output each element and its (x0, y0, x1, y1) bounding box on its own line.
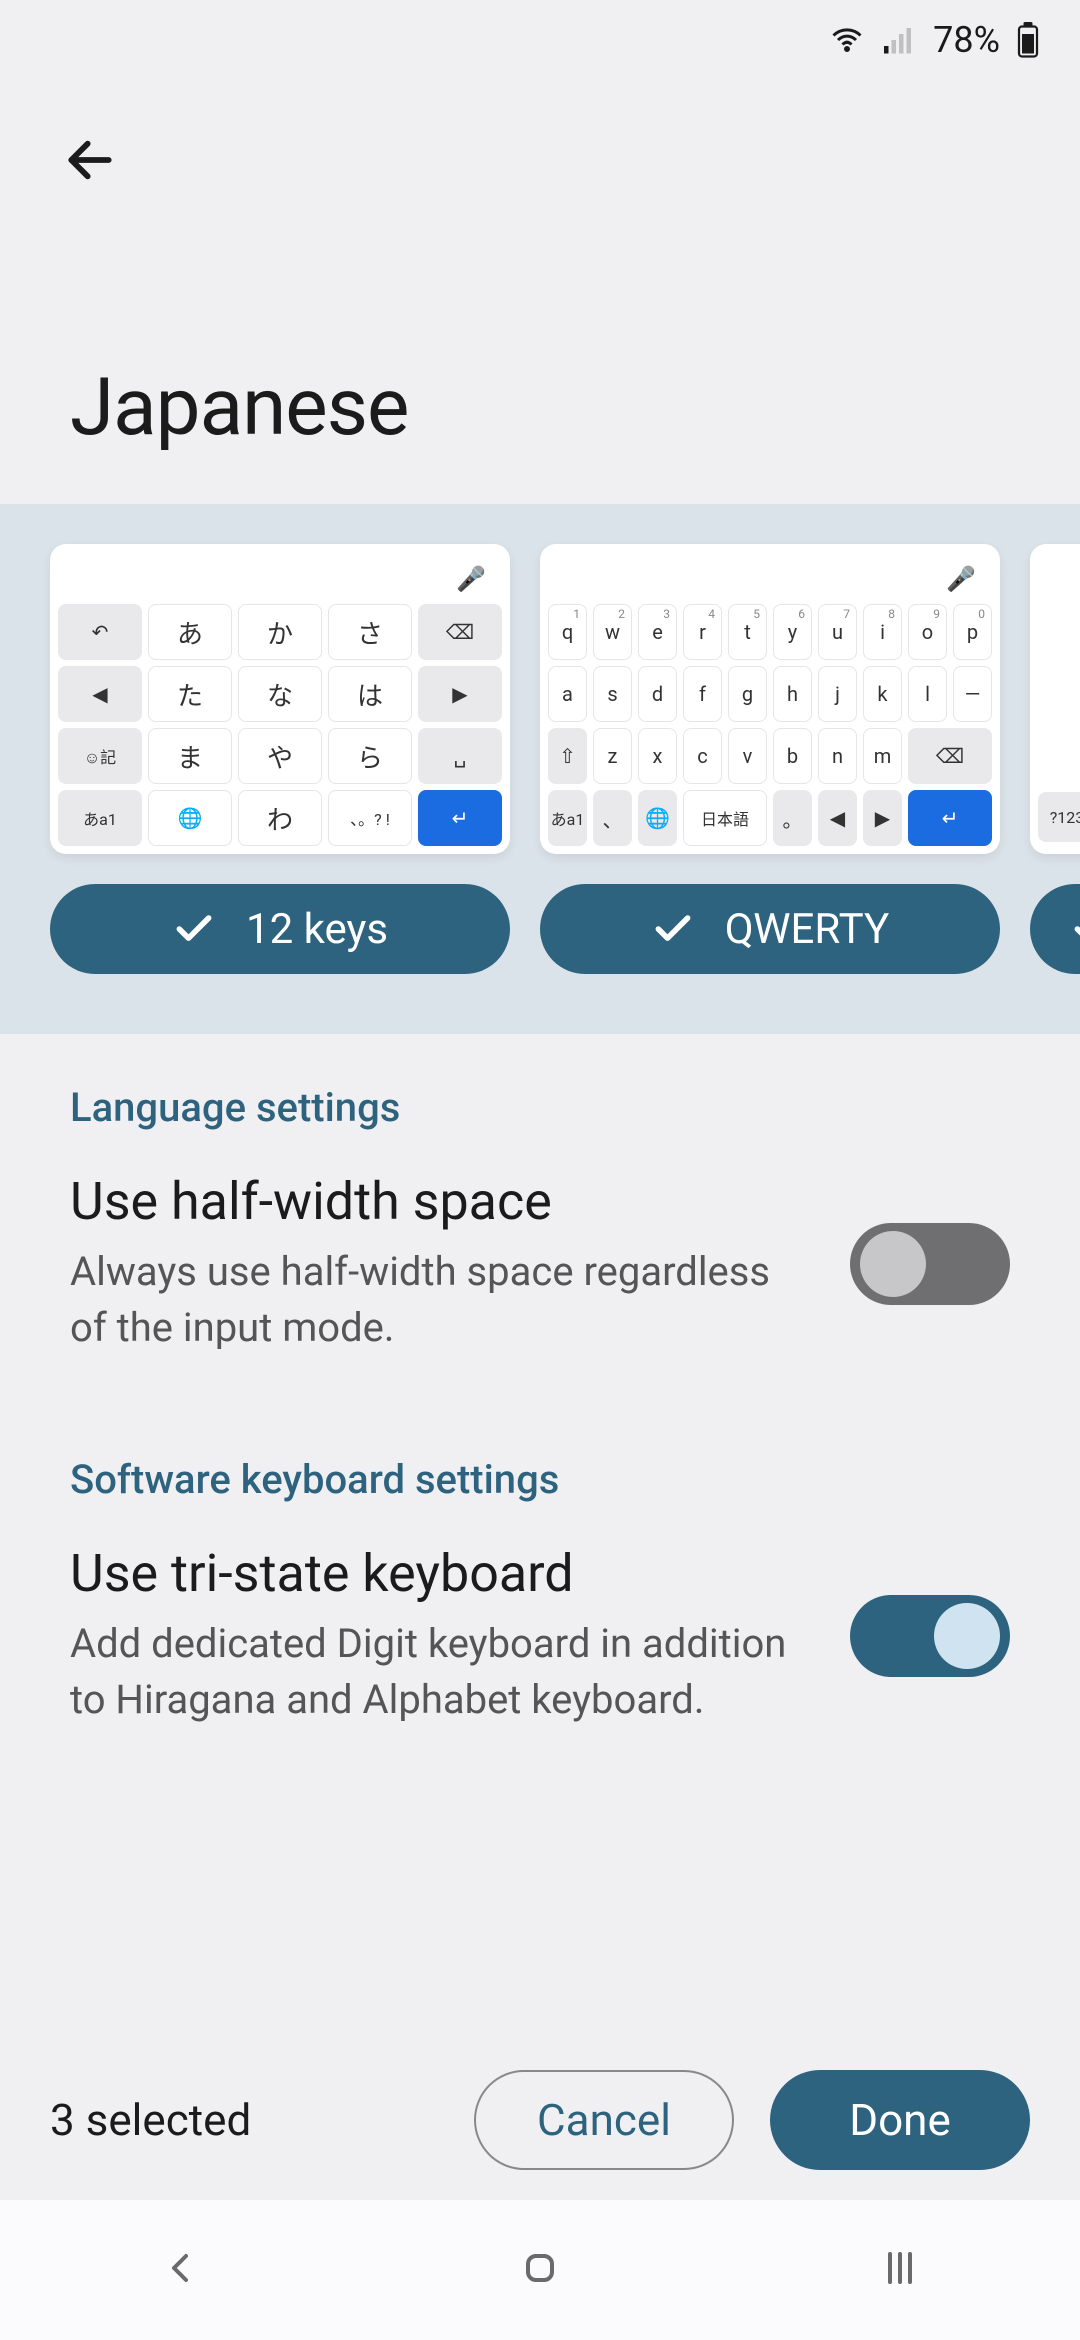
setting-halfwidth-space[interactable]: Use half-width space Always use half-wid… (70, 1171, 1010, 1356)
setting-tristate-keyboard[interactable]: Use tri-state keyboard Add dedicated Dig… (70, 1543, 1010, 1728)
wifi-icon (829, 22, 865, 58)
setting-label: Use tri-state keyboard (70, 1543, 810, 1604)
layout-option-12keys[interactable]: 🎤 ↶ あ か さ ⌫ ◀ た な は ▶ ☺記 ま や ら ␣ あa1 🌐 わ (50, 544, 510, 974)
layout-chip-qwerty[interactable]: QWERTY (540, 884, 1000, 974)
keyboard-preview-qwerty: 🎤 1q 2w 3e 4r 5t 6y 7u 8i 9o 0p a s d f … (540, 544, 1000, 854)
layout-chip-label: QWERTY (725, 905, 889, 954)
language-settings-section: Language settings Use half-width space A… (0, 1034, 1080, 1426)
setting-description: Always use half-width space regardless o… (70, 1244, 810, 1356)
battery-text: 78% (933, 19, 1000, 61)
status-bar: 78% (0, 0, 1080, 80)
nav-back-icon[interactable] (156, 2244, 204, 2296)
battery-icon (1016, 22, 1040, 58)
signal-icon (881, 22, 917, 58)
toggle-halfwidth-space[interactable] (850, 1223, 1010, 1305)
keyboard-preview-partial: ?123 🌐 (1030, 544, 1080, 854)
layout-chip-12keys[interactable]: 12 keys (50, 884, 510, 974)
layout-chip-label: 12 keys (246, 905, 388, 954)
selected-count: 3 selected (50, 2094, 438, 2146)
back-button[interactable] (50, 120, 130, 200)
layout-chip-partial[interactable] (1030, 884, 1080, 974)
page-title: Japanese (70, 360, 1030, 454)
check-icon (1070, 907, 1080, 951)
setting-label: Use half-width space (70, 1171, 810, 1232)
system-navbar (0, 2200, 1080, 2340)
keyboard-preview-12keys: 🎤 ↶ あ か さ ⌫ ◀ た な は ▶ ☺記 ま や ら ␣ あa1 🌐 わ (50, 544, 510, 854)
setting-description: Add dedicated Digit keyboard in addition… (70, 1616, 810, 1728)
section-header-language: Language settings (70, 1084, 1010, 1131)
mic-icon: 🎤 (456, 565, 486, 593)
check-icon (651, 907, 695, 951)
layouts-strip: 🎤 ↶ あ か さ ⌫ ◀ た な は ▶ ☺記 ま や ら ␣ あa1 🌐 わ (0, 504, 1080, 1034)
footer-bar: 3 selected Cancel Done (0, 2060, 1080, 2180)
check-icon (172, 907, 216, 951)
toggle-tristate-keyboard[interactable] (850, 1595, 1010, 1677)
section-header-software: Software keyboard settings (70, 1456, 1010, 1503)
layout-option-partial[interactable]: ?123 🌐 (1030, 544, 1080, 974)
nav-home-icon[interactable] (516, 2244, 564, 2296)
nav-recents-icon[interactable] (876, 2244, 924, 2296)
layout-option-qwerty[interactable]: 🎤 1q 2w 3e 4r 5t 6y 7u 8i 9o 0p a s d f … (540, 544, 1000, 974)
cancel-button[interactable]: Cancel (474, 2070, 734, 2170)
software-keyboard-section: Software keyboard settings Use tri-state… (0, 1426, 1080, 1798)
done-button[interactable]: Done (770, 2070, 1030, 2170)
mic-icon: 🎤 (946, 565, 976, 593)
header: Japanese (0, 80, 1080, 454)
